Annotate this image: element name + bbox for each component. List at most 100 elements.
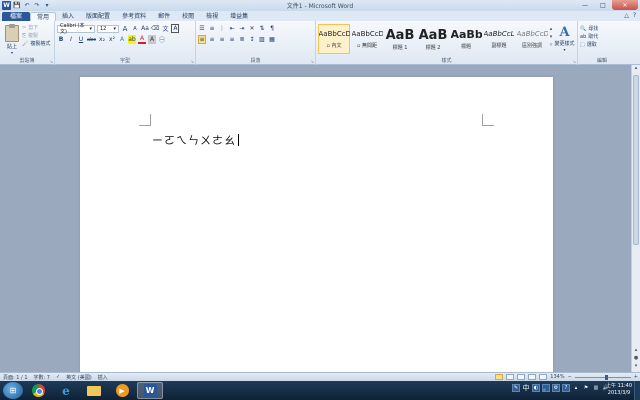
network-icon[interactable]: ▥: [592, 384, 600, 392]
style-subtitle[interactable]: AaBbCcL 副標題: [483, 24, 515, 54]
subscript-button[interactable]: x₂: [98, 35, 106, 44]
word-app-icon[interactable]: W: [2, 1, 11, 10]
chevron-up-icon[interactable]: ▴: [550, 26, 553, 32]
tab-references[interactable]: 參考資料: [116, 12, 152, 21]
tab-add-ins[interactable]: 增益集: [224, 12, 254, 21]
font-color-icon[interactable]: A: [138, 35, 146, 44]
find-button[interactable]: 🔍 尋找: [580, 25, 624, 33]
character-border-icon[interactable]: A: [171, 24, 180, 33]
media-player-icon[interactable]: ▶: [109, 382, 135, 399]
sort-icon[interactable]: ⇅: [258, 24, 266, 33]
tab-page-layout[interactable]: 版面配置: [80, 12, 116, 21]
format-painter-button[interactable]: 🖌 複製格式: [22, 40, 50, 48]
align-right-icon[interactable]: ≡: [218, 35, 226, 44]
prev-page-icon[interactable]: ▴: [632, 347, 640, 354]
tab-mailings[interactable]: 郵件: [152, 12, 176, 21]
style-title[interactable]: AaBb( 標題: [450, 24, 482, 54]
ime-punct-icon[interactable]: 。: [542, 384, 550, 392]
save-icon[interactable]: 💾: [13, 2, 21, 10]
start-button[interactable]: ⊞: [3, 382, 23, 399]
tab-insert[interactable]: 插入: [56, 12, 80, 21]
style-heading-1[interactable]: AaB 標題 1: [384, 24, 416, 54]
clock[interactable]: 上午 11:40 2013/3/9: [606, 383, 632, 397]
style-heading-2[interactable]: AaB 標題 2: [417, 24, 449, 54]
ime-language[interactable]: 中: [522, 384, 530, 392]
numbering-icon[interactable]: ≡: [208, 24, 216, 33]
font-name-select[interactable]: Calibri (本文) ▾: [57, 23, 95, 35]
zoom-in-icon[interactable]: +: [634, 374, 638, 380]
print-layout-view-icon[interactable]: [495, 374, 504, 380]
scroll-up-icon[interactable]: ▴: [632, 65, 640, 72]
align-left-icon[interactable]: ≡: [198, 35, 206, 44]
flag-icon[interactable]: ⚑: [582, 384, 590, 392]
phonetic-guide-icon[interactable]: 文: [161, 24, 169, 33]
tab-home[interactable]: 常用: [30, 12, 57, 21]
select-button[interactable]: ⬚ 選取: [580, 41, 624, 49]
ime-mode-icon[interactable]: ◐: [532, 384, 540, 392]
show-marks-icon[interactable]: ¶: [268, 24, 276, 33]
style-subtle-emphasis[interactable]: AaBbCcD 區別強調: [516, 24, 548, 54]
ime-help-icon[interactable]: ?: [562, 384, 570, 392]
browse-object-icon[interactable]: ●: [632, 355, 640, 362]
dialog-launcher-icon[interactable]: ↘: [50, 59, 53, 64]
grow-font-icon[interactable]: A: [121, 24, 129, 33]
align-center-icon[interactable]: ≡: [208, 35, 216, 44]
bold-button[interactable]: B: [57, 35, 65, 44]
document-text[interactable]: ㄧㄛㄟㄣㄨㄜㄠ: [152, 132, 239, 148]
dialog-launcher-icon[interactable]: ↘: [573, 59, 576, 64]
enclose-character-icon[interactable]: ㊀: [158, 35, 166, 44]
dialog-launcher-icon[interactable]: ↘: [191, 59, 194, 64]
justify-icon[interactable]: ≡: [228, 35, 236, 44]
help-icon[interactable]: ?: [633, 12, 636, 19]
bullets-icon[interactable]: ☰: [198, 24, 206, 33]
zoom-slider-thumb[interactable]: [604, 374, 608, 380]
tab-review[interactable]: 校閱: [176, 12, 200, 21]
web-layout-view-icon[interactable]: [517, 374, 526, 380]
more-styles-icon[interactable]: ▿: [550, 42, 553, 48]
zoom-out-icon[interactable]: −: [568, 374, 572, 380]
next-page-icon[interactable]: ▾: [632, 363, 640, 370]
minimize-icon[interactable]: —: [576, 0, 594, 10]
vertical-scrollbar[interactable]: ▴ ▴ ● ▾: [631, 65, 640, 372]
character-shading-icon[interactable]: A: [148, 35, 156, 44]
underline-button[interactable]: U: [77, 35, 85, 44]
decrease-indent-icon[interactable]: ⇤: [228, 24, 236, 33]
page-count[interactable]: 頁面: 1 / 1: [3, 374, 28, 381]
copy-button[interactable]: ⎘ 複製: [22, 32, 50, 40]
style-no-spacing[interactable]: AaBbCcD ▫ 無間距: [351, 24, 383, 54]
draft-view-icon[interactable]: [539, 374, 548, 380]
multilevel-list-icon[interactable]: ⋮: [218, 24, 226, 33]
clear-format-icon[interactable]: ⌫: [151, 24, 159, 33]
proofing-icon[interactable]: ✓: [56, 374, 60, 380]
highlight-icon[interactable]: ab: [128, 35, 136, 44]
line-spacing-icon[interactable]: ↕: [248, 35, 256, 44]
insert-mode[interactable]: 插入: [98, 374, 108, 381]
tab-file[interactable]: 檔案: [2, 12, 31, 21]
superscript-button[interactable]: x²: [108, 35, 116, 44]
style-normal[interactable]: AaBbCcD ▫ 內文: [318, 24, 350, 54]
increase-indent-icon[interactable]: ⇥: [238, 24, 246, 33]
chrome-icon[interactable]: [25, 382, 51, 399]
font-size-select[interactable]: 12 ▾: [97, 24, 119, 33]
shrink-font-icon[interactable]: A: [131, 24, 139, 33]
ime-tool-icon[interactable]: ⚙: [552, 384, 560, 392]
zoom-slider[interactable]: [574, 374, 631, 380]
language-indicator[interactable]: 英文 (美國): [66, 374, 92, 381]
undo-icon[interactable]: ↶: [23, 2, 31, 10]
borders-icon[interactable]: ▦: [268, 35, 276, 44]
outline-view-icon[interactable]: [528, 374, 537, 380]
maximize-icon[interactable]: □: [594, 0, 612, 10]
full-screen-view-icon[interactable]: [506, 374, 515, 380]
strikethrough-button[interactable]: abc: [87, 35, 96, 44]
minimize-ribbon-icon[interactable]: △: [624, 12, 629, 19]
customize-qat-icon[interactable]: ▾: [43, 2, 51, 10]
word-icon[interactable]: W: [137, 382, 163, 399]
tab-view[interactable]: 檢視: [200, 12, 224, 21]
text-effects-icon[interactable]: A: [118, 35, 126, 44]
ie-icon[interactable]: e: [53, 382, 79, 399]
chevron-down-icon[interactable]: ▾: [550, 34, 553, 40]
explorer-icon[interactable]: [81, 382, 107, 399]
word-count[interactable]: 字數: 7: [34, 374, 50, 381]
distributed-icon[interactable]: ≣: [238, 35, 246, 44]
replace-button[interactable]: ab 取代: [580, 33, 624, 41]
